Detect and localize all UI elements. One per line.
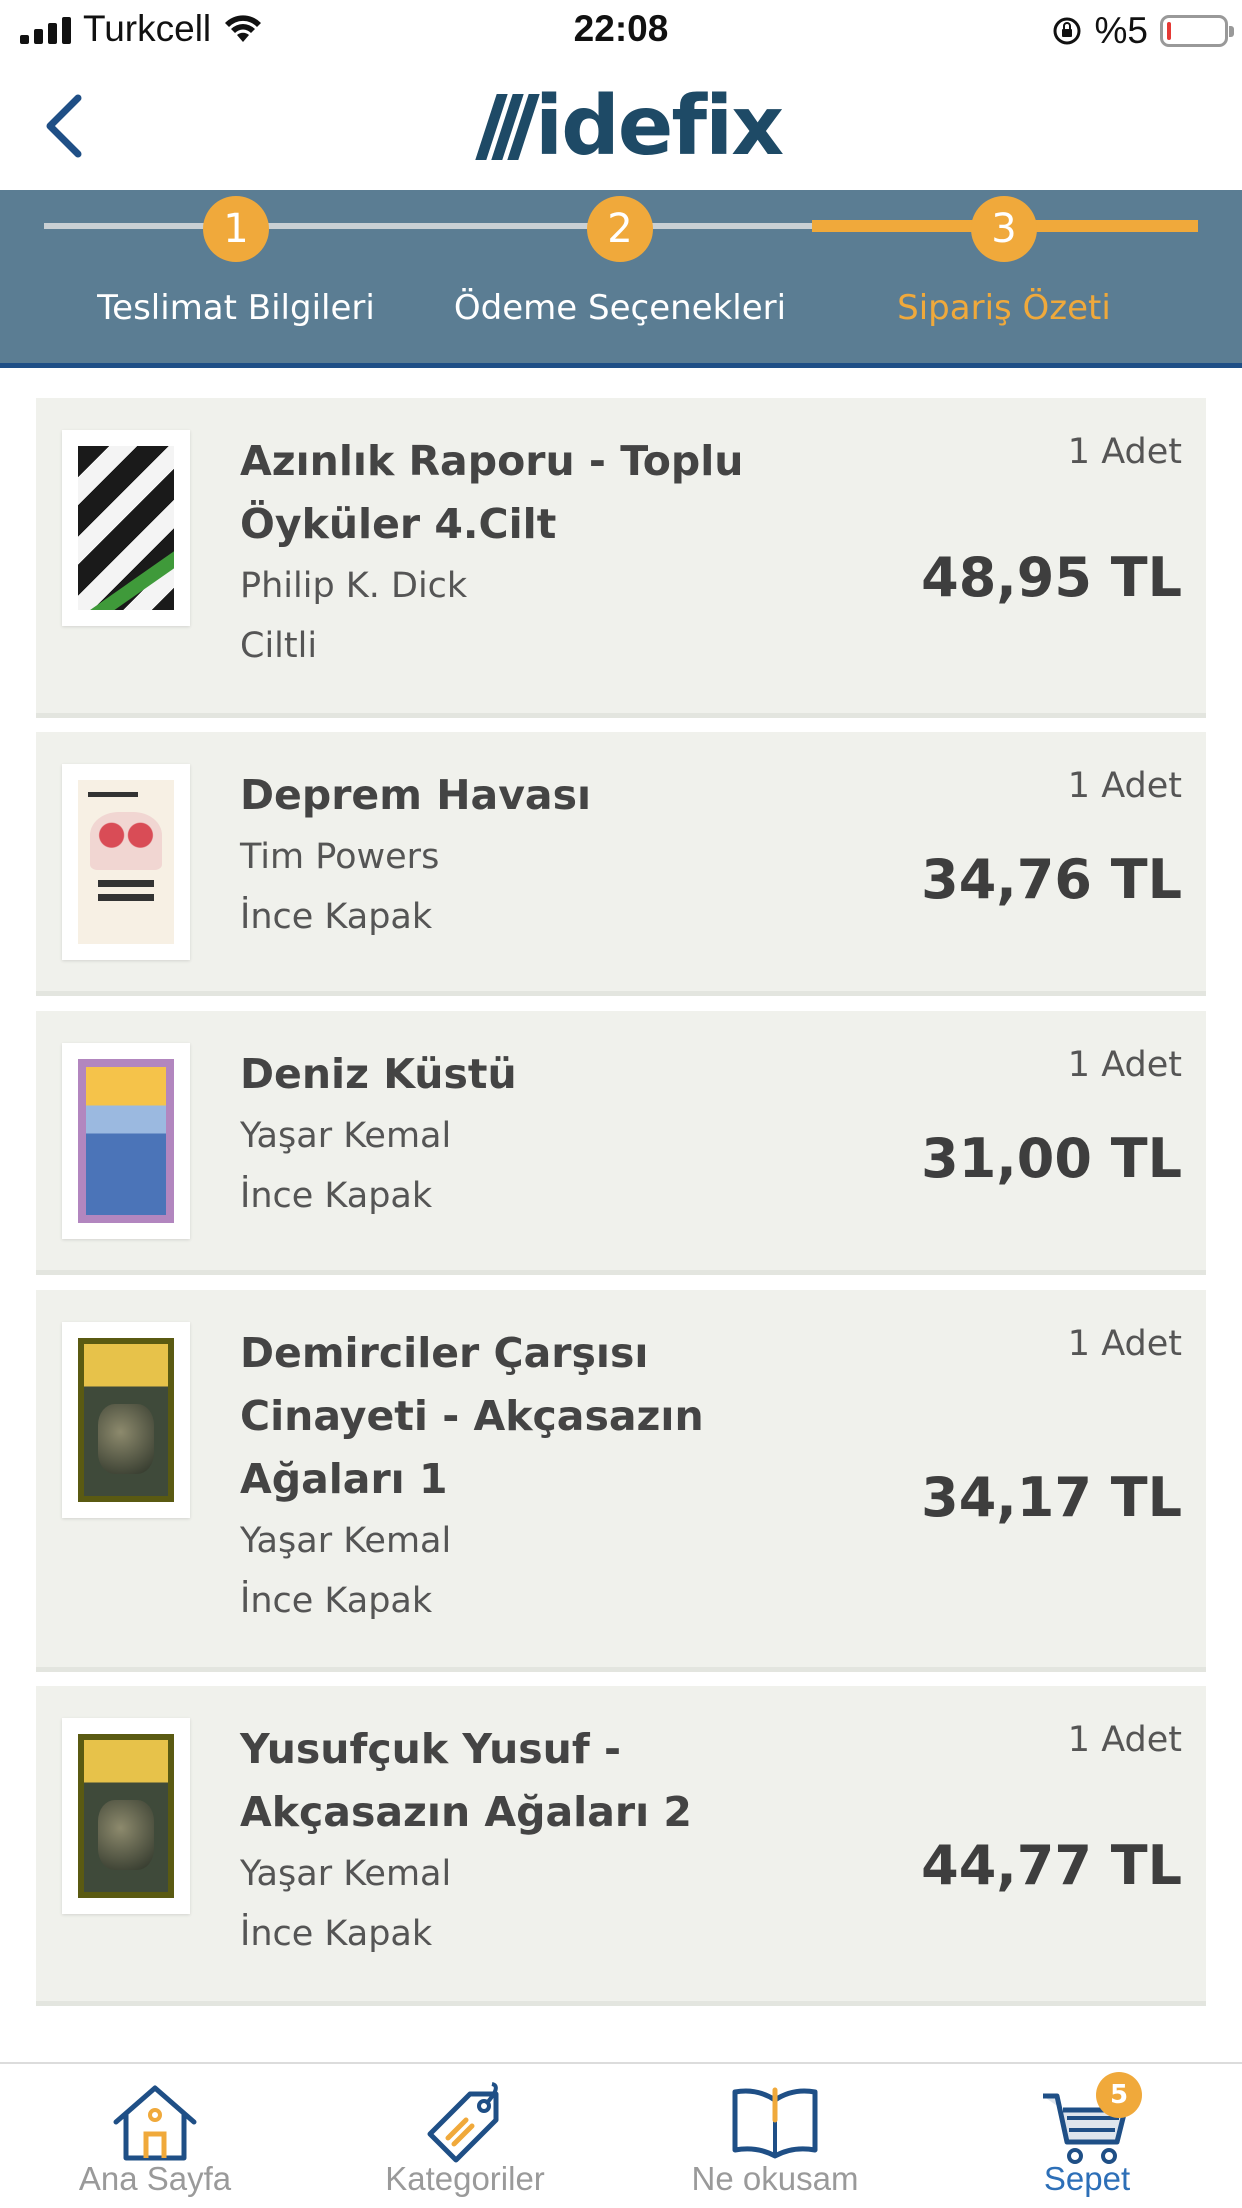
item-price: 31,00 TL: [921, 1127, 1182, 1190]
tab-label: Sepet: [1043, 2160, 1131, 2197]
book-cover: [62, 1043, 190, 1239]
item-title-line: Akçasazın Ağaları 2: [240, 1788, 692, 1836]
checkout-stepper: 1 Teslimat Bilgileri 2 Ödeme Seçenekleri…: [0, 190, 1242, 368]
tab-label: Ana Sayfa: [78, 2160, 232, 2197]
item-binding: İnce Kapak: [240, 1914, 433, 1954]
item-price: 48,95 TL: [921, 546, 1182, 609]
item-details: Deniz Küstü Yaşar Kemal İnce Kapak: [240, 1043, 800, 1226]
step-label: Teslimat Bilgileri: [97, 288, 375, 328]
item-title-line: Ağaları 1: [240, 1455, 448, 1503]
item-price: 34,76 TL: [921, 848, 1182, 911]
book-cover: [62, 1322, 190, 1518]
item-title-line: Öyküler 4.Cilt: [240, 500, 557, 548]
step-label: Sipariş Özeti: [897, 288, 1111, 328]
book-cover: [62, 764, 190, 960]
tab-categories[interactable]: Kategoriler: [310, 2064, 620, 2208]
item-author: Yaşar Kemal: [240, 1521, 452, 1561]
orientation-lock-icon: [1053, 17, 1081, 45]
cart-item[interactable]: Azınlık Raporu - Toplu Öyküler 4.Cilt Ph…: [36, 398, 1206, 718]
item-title-line: Demirciler Çarşısı: [240, 1329, 649, 1377]
tab-what-to-read[interactable]: Ne okusam: [620, 2064, 930, 2208]
item-details: Azınlık Raporu - Toplu Öyküler 4.Cilt Ph…: [240, 430, 800, 676]
tab-cart[interactable]: 5 Sepet: [932, 2064, 1242, 2208]
step-number: 1: [203, 196, 269, 262]
cart-item[interactable]: Yusufçuk Yusuf - Akçasazın Ağaları 2 Yaş…: [36, 1686, 1206, 2006]
item-title-line: Deprem Havası: [240, 771, 592, 819]
step-number: 2: [587, 196, 653, 262]
item-binding: İnce Kapak: [240, 1176, 433, 1216]
item-binding: İnce Kapak: [240, 897, 433, 937]
item-author: Yaşar Kemal: [240, 1854, 452, 1894]
item-quantity: 1 Adet: [1067, 766, 1182, 806]
logo-slashes: [475, 94, 540, 160]
tag-icon: [427, 2082, 499, 2163]
item-details: Deprem Havası Tim Powers İnce Kapak: [240, 764, 800, 947]
item-title-line: Cinayeti - Akçasazın: [240, 1392, 704, 1440]
tab-label: Ne okusam: [691, 2160, 859, 2197]
home-icon: [113, 2085, 197, 2161]
cart-item[interactable]: Deprem Havası Tim Powers İnce Kapak 1 Ad…: [36, 732, 1206, 996]
tab-label: Kategoriler: [385, 2160, 545, 2197]
app-header: idefix: [0, 62, 1242, 190]
item-quantity: 1 Adet: [1067, 1720, 1182, 1760]
back-button[interactable]: [36, 90, 96, 162]
step-number: 3: [971, 196, 1037, 262]
tab-home[interactable]: Ana Sayfa: [0, 2064, 310, 2208]
item-author: Yaşar Kemal: [240, 1116, 452, 1156]
stepper-track: [44, 223, 814, 229]
cart-item[interactable]: Deniz Küstü Yaşar Kemal İnce Kapak 1 Ade…: [36, 1011, 1206, 1275]
item-binding: İnce Kapak: [240, 1581, 433, 1621]
cart-item[interactable]: Demirciler Çarşısı Cinayeti - Akçasazın …: [36, 1290, 1206, 1672]
status-bar: Turkcell 22:08 %5: [0, 0, 1242, 62]
item-quantity: 1 Adet: [1067, 1324, 1182, 1364]
item-quantity: 1 Adet: [1067, 432, 1182, 472]
item-binding: Ciltli: [240, 626, 318, 666]
item-details: Yusufçuk Yusuf - Akçasazın Ağaları 2 Yaş…: [240, 1718, 800, 1964]
item-author: Philip K. Dick: [240, 566, 468, 606]
cart-count-badge: 5: [1096, 2072, 1142, 2118]
item-quantity: 1 Adet: [1067, 1045, 1182, 1085]
item-details: Demirciler Çarşısı Cinayeti - Akçasazın …: [240, 1322, 800, 1631]
item-price: 44,77 TL: [921, 1834, 1182, 1897]
idefix-logo[interactable]: idefix: [475, 79, 784, 174]
book-cover: [62, 430, 190, 626]
item-title-line: Deniz Küstü: [240, 1050, 517, 1098]
logo-text: idefix: [535, 79, 784, 174]
bottom-tab-bar: Ana Sayfa Kategoriler Ne okusam 5 Sepet: [0, 2062, 1242, 2208]
status-bar-right: %5: [1051, 10, 1234, 52]
book-icon: [732, 2087, 818, 2159]
step-label: Ödeme Seçenekleri: [453, 288, 787, 328]
item-title-line: Azınlık Raporu - Toplu: [240, 437, 744, 485]
battery-icon: [1160, 15, 1234, 47]
item-price: 34,17 TL: [921, 1466, 1182, 1529]
chevron-left-icon: [46, 94, 82, 158]
battery-percent: %5: [1094, 10, 1148, 51]
book-cover: [62, 1718, 190, 1914]
item-title-line: Yusufçuk Yusuf -: [240, 1725, 621, 1773]
item-author: Tim Powers: [240, 837, 440, 877]
